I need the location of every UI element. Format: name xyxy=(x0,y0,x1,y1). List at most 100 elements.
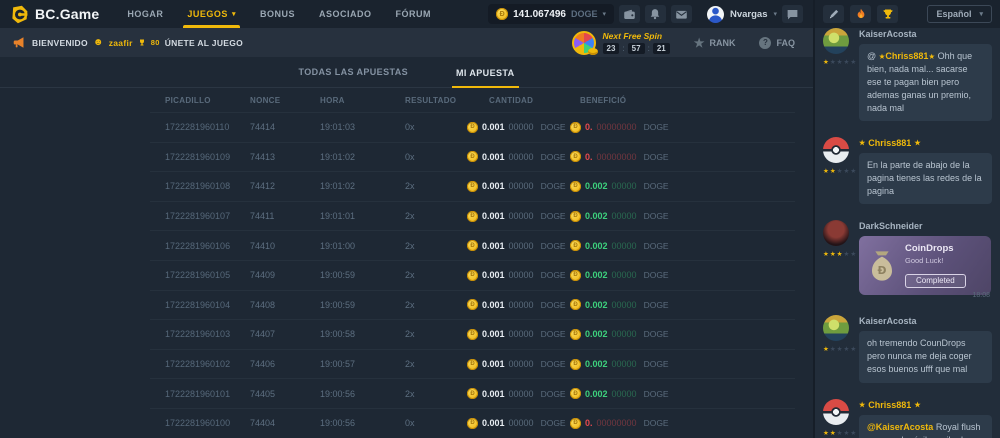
coindrops-card[interactable]: ÐCoinDropsGood Luck!Completed xyxy=(859,236,991,295)
star-icon: ★ xyxy=(914,139,920,147)
avatar[interactable] xyxy=(823,220,849,246)
table-row[interactable]: 17222819601107441419:01:030x0.00100000DO… xyxy=(150,112,795,142)
profit-unit: DOGE xyxy=(644,241,669,251)
welcome-username[interactable]: zaafir xyxy=(109,38,133,48)
language-selector[interactable]: Español ▾ xyxy=(927,5,992,23)
bet-nonce: 74409 xyxy=(250,270,320,280)
chat-username-text: KaiserAcosta xyxy=(859,29,917,39)
star-icon: ★ xyxy=(830,346,837,353)
nav-item-hogar[interactable]: HOGAR xyxy=(127,0,163,28)
amount-rest: 00000 xyxy=(509,122,534,132)
chat-username[interactable]: DarkSchneider xyxy=(859,221,992,231)
amount-main: 0.001 xyxy=(482,122,505,132)
bet-nonce: 74413 xyxy=(250,152,320,162)
timer-minutes: 57 xyxy=(628,43,645,54)
avatar[interactable] xyxy=(823,28,849,54)
nav-item-label: BONUS xyxy=(260,9,295,19)
chevron-down-icon: ▾ xyxy=(979,10,983,18)
nav-item-asociado[interactable]: ASOCIADO xyxy=(319,0,372,28)
rank-label: RANK xyxy=(709,38,735,48)
avatar[interactable] xyxy=(823,399,849,425)
megaphone-icon xyxy=(12,36,26,49)
profit-unit: DOGE xyxy=(644,418,669,428)
profit-unit: DOGE xyxy=(644,122,669,132)
star-icon: ★ xyxy=(823,251,830,258)
chat-write-button[interactable] xyxy=(823,5,844,23)
amount-unit: DOGE xyxy=(541,329,566,339)
table-row[interactable]: 17222819601097441319:01:020x0.00100000DO… xyxy=(150,142,795,172)
bet-hash: 1722281960110 xyxy=(150,122,250,132)
brand-logo[interactable]: BC.Game xyxy=(10,5,99,24)
chat-toggle-button[interactable] xyxy=(782,5,803,23)
star-icon: ★ xyxy=(850,430,857,437)
bell-icon xyxy=(649,8,661,20)
timer-seconds: 21 xyxy=(653,43,670,54)
chat-username-text: KaiserAcosta xyxy=(859,316,917,326)
messages-button[interactable] xyxy=(671,5,692,23)
amount-rest: 00000 xyxy=(509,270,534,280)
nav-item-fórum[interactable]: FÓRUM xyxy=(395,0,431,28)
top-nav: BC.Game HOGAR JUEGOS▾ BONUS ASOCIADO FÓRUM 1… xyxy=(0,0,813,28)
chat-hot-button[interactable] xyxy=(850,5,871,23)
chat-panel: Español ▾ ★★★★★KaiserAcosta@ ★Chriss881★… xyxy=(813,0,1000,438)
nav-item-bonus[interactable]: BONUS xyxy=(260,0,295,28)
profit-rest: 00000 xyxy=(612,211,637,221)
user-menu[interactable]: Nvargas ▾ xyxy=(707,6,777,23)
bet-nonce: 74412 xyxy=(250,181,320,191)
table-row[interactable]: 17222819601037440719:00:582x0.00100000DO… xyxy=(150,319,795,349)
bet-time: 19:01:02 xyxy=(320,152,405,162)
table-row[interactable]: 17222819601017440519:00:562x0.00100000DO… xyxy=(150,378,795,408)
amount-unit: DOGE xyxy=(541,270,566,280)
bet-time: 19:00:56 xyxy=(320,418,405,428)
mention: Chriss881 xyxy=(885,51,928,61)
wallet-icon xyxy=(623,8,636,21)
table-row[interactable]: 17222819601077441119:01:012x0.00100000DO… xyxy=(150,201,795,231)
rank-link[interactable]: ★ RANK xyxy=(694,37,736,49)
bet-amount: 0.00100000DOGE xyxy=(467,122,570,133)
profit-rest: 00000 xyxy=(612,300,637,310)
chat-message: ★★★★★KaiserAcosta@ ★Chriss881★ Ohh que b… xyxy=(823,26,992,127)
profit-main: 0.002 xyxy=(585,181,608,191)
free-spin-widget[interactable]: Next Free Spin 23:57:21 xyxy=(572,31,670,55)
spin-wheel-icon xyxy=(572,31,596,55)
table-row[interactable]: 17222819601007440419:00:560x0.00100000DO… xyxy=(150,408,795,438)
profit-rest: 00000 xyxy=(612,389,637,399)
bet-result: 2x xyxy=(405,241,467,251)
chat-username[interactable]: KaiserAcosta xyxy=(859,316,992,326)
chat-username[interactable]: ★Chriss881★ xyxy=(859,138,992,148)
table-row[interactable]: 17222819601027440619:00:572x0.00100000DO… xyxy=(150,349,795,379)
star-icon: ★ xyxy=(830,251,837,258)
table-row[interactable]: 17222819601067441019:01:002x0.00100000DO… xyxy=(150,230,795,260)
doge-coin-icon xyxy=(467,299,478,310)
star-icon: ★ xyxy=(859,401,865,409)
amount-unit: DOGE xyxy=(541,389,566,399)
avatar[interactable] xyxy=(823,137,849,163)
announcement-bar-right: Next Free Spin 23:57:21 ★ RANK ? FAQ xyxy=(572,31,801,55)
star-icon: ★ xyxy=(823,430,830,437)
avatar[interactable] xyxy=(823,315,849,341)
wallet-button[interactable] xyxy=(619,5,640,23)
nav-item-juegos[interactable]: JUEGOS▾ xyxy=(187,0,236,28)
amount-main: 0.001 xyxy=(482,418,505,428)
table-row[interactable]: 17222819601057440919:00:592x0.00100000DO… xyxy=(150,260,795,290)
tab-all-bets[interactable]: TODAS LAS APUESTAS xyxy=(294,67,412,87)
tab-my-bets[interactable]: MI APUESTA xyxy=(452,68,519,88)
user-star-rating: ★★★★★ xyxy=(823,429,857,437)
table-row[interactable]: 17222819601087441219:01:022x0.00100000DO… xyxy=(150,171,795,201)
bet-nonce: 74411 xyxy=(250,211,320,221)
table-body: 17222819601107441419:01:030x0.00100000DO… xyxy=(150,112,795,438)
brand-name: BC.Game xyxy=(35,6,99,22)
chat-username[interactable]: ★Chriss881★ xyxy=(859,400,992,410)
balance-selector[interactable]: 141.067496 DOGE ▾ xyxy=(488,4,614,24)
chat-leaderboard-button[interactable] xyxy=(877,5,898,23)
profit-main: 0.002 xyxy=(585,389,608,399)
profit-main: 0.002 xyxy=(585,241,608,251)
notifications-button[interactable] xyxy=(645,5,666,23)
faq-link[interactable]: ? FAQ xyxy=(759,37,795,49)
amount-rest: 00000 xyxy=(509,359,534,369)
coindrops-completed-button[interactable]: Completed xyxy=(905,274,966,288)
table-row[interactable]: 17222819601047440819:00:592x0.00100000DO… xyxy=(150,290,795,320)
welcome-suffix: ÚNETE AL JUEGO xyxy=(165,38,243,48)
chat-username[interactable]: KaiserAcosta xyxy=(859,29,992,39)
chat-username-text: Chriss881 xyxy=(868,400,911,410)
